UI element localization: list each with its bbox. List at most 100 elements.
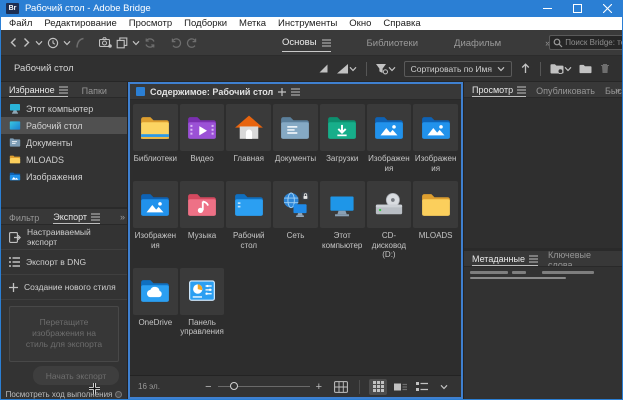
slider-thumb[interactable] (230, 382, 239, 390)
more-tabs-icon[interactable]: » (120, 212, 125, 222)
panel-menu-icon[interactable] (291, 87, 301, 96)
list-view-icon (416, 382, 428, 391)
delete-button[interactable] (597, 61, 612, 76)
content-item-label: Библиотеки (133, 154, 178, 163)
export-preset[interactable]: Создание нового стиля (1, 275, 127, 300)
redo-button[interactable] (186, 35, 198, 50)
content-item[interactable]: Главная (226, 104, 272, 173)
panel-tab[interactable]: Метаданные (472, 252, 539, 266)
close-button[interactable] (592, 0, 622, 17)
new-folder-button[interactable] (578, 61, 593, 76)
workspace-tab[interactable]: Библиотеки (367, 34, 418, 52)
content-item[interactable]: Этот компьютер (319, 181, 365, 260)
favorite-item[interactable]: Рабочий стол (1, 117, 127, 134)
panel-tab[interactable]: Просмотр (472, 83, 527, 97)
add-tab-icon[interactable] (278, 87, 287, 96)
content-item[interactable]: Рабочий стол (226, 181, 272, 260)
maximize-button[interactable] (562, 0, 592, 17)
menu-item[interactable]: Метка (233, 18, 272, 29)
panel-tab[interactable]: Фильтр (9, 211, 39, 223)
menu-item[interactable]: Файл (3, 18, 38, 29)
slider-track[interactable] (217, 382, 310, 390)
view-progress-link[interactable]: Посмотреть ход выполнения (1, 390, 127, 399)
get-photos-button[interactable] (99, 35, 112, 50)
search-box[interactable] (549, 35, 622, 50)
content-item[interactable]: Видео (179, 104, 225, 173)
filter-dropdown[interactable] (374, 61, 398, 76)
sync-button[interactable] (144, 35, 156, 50)
zoom-out-button[interactable]: − (205, 381, 211, 393)
nav-dropdown-button[interactable] (35, 35, 43, 50)
thumbnail-quality-button[interactable] (316, 61, 331, 76)
panel-tab[interactable]: Папки (82, 84, 107, 96)
content-item[interactable]: Загрузки (319, 104, 365, 173)
sort-dropdown[interactable]: Сортировать по Имя (403, 60, 512, 77)
search-input[interactable] (565, 38, 622, 47)
export-dropzone[interactable]: Перетащите изображения на стиль для эксп… (9, 306, 119, 362)
minimize-button[interactable] (532, 0, 562, 17)
zoom-in-button[interactable]: + (316, 381, 322, 393)
export-panel: Настраиваемый экспорт Экспорт в DNG Созд… (1, 225, 127, 399)
grid-lock-button[interactable] (332, 379, 350, 395)
content-item[interactable]: Музыка (179, 181, 225, 260)
favorite-label: Изображения (26, 171, 83, 182)
documents-sm-icon (9, 137, 21, 148)
content-item[interactable]: OneDrive (133, 267, 178, 337)
content-item[interactable]: Изображения (366, 104, 412, 173)
menu-bar: Файл Редактирование Просмотр Подборки Метка И… (1, 17, 622, 30)
view-options-dropdown[interactable] (435, 379, 453, 395)
undo-button[interactable] (170, 35, 182, 50)
panel-tab[interactable]: Быстр (605, 84, 622, 96)
start-export-button[interactable]: Начать экспорт (33, 366, 119, 385)
main-toolbar: Основы Библиотеки Диафильм » (1, 30, 622, 56)
thumbnail-quality-dropdown[interactable] (335, 61, 359, 76)
breadcrumb[interactable]: Рабочий стол (9, 63, 74, 74)
content-item-label: Музыка (187, 231, 217, 240)
copy-stack-button[interactable] (116, 35, 128, 50)
content-item[interactable]: Изображения (133, 181, 178, 260)
favorite-item[interactable]: Документы (1, 134, 127, 151)
panel-tab[interactable]: Опубликовать (536, 84, 595, 96)
open-recent-dropdown[interactable] (548, 61, 574, 76)
sort-ascending-button[interactable] (518, 61, 533, 76)
recent-dropdown[interactable] (63, 35, 71, 50)
close-icon (602, 4, 612, 13)
content-item-label: Загрузки (326, 154, 359, 163)
content-item[interactable]: Документы (273, 104, 318, 173)
content-item[interactable]: Сеть (273, 181, 318, 260)
list-view-button[interactable] (413, 379, 431, 395)
detail-view-button[interactable] (391, 379, 409, 395)
menu-item[interactable]: Редактирование (38, 18, 122, 29)
content-item[interactable]: CD-дисковод (D:) (366, 181, 412, 260)
workspace-tab[interactable]: Основы (282, 33, 331, 52)
more-tabs-icon[interactable]: » (615, 85, 620, 95)
content-item[interactable]: Библиотеки (133, 104, 178, 173)
content-item[interactable]: Изображения (413, 104, 458, 173)
recent-files-button[interactable] (47, 35, 59, 50)
content-grid: Библиотеки Видео Главная Документы Загру… (130, 100, 461, 375)
panel-tab[interactable]: Избранное (9, 83, 68, 97)
favorite-item[interactable]: Изображения (1, 168, 127, 185)
export-preset[interactable]: Экспорт в DNG (1, 250, 127, 275)
favorite-item[interactable]: Этот компьютер (1, 100, 127, 117)
panel-tab[interactable]: Экспорт (53, 210, 101, 224)
menu-item[interactable]: Окно (343, 18, 377, 29)
menu-item[interactable]: Инструменты (272, 18, 343, 29)
menu-item[interactable]: Просмотр (123, 18, 178, 29)
favorite-item[interactable]: MLOADS (1, 151, 127, 168)
menu-item[interactable]: Подборки (178, 18, 233, 29)
yellow-folder-icon (419, 188, 453, 222)
boomerang-button[interactable] (75, 35, 85, 50)
content-item[interactable]: MLOADS (413, 181, 458, 260)
workspace-tab[interactable]: Диафильм (454, 34, 501, 52)
export-preset[interactable]: Настраиваемый экспорт (1, 225, 127, 250)
copy-dropdown[interactable] (132, 35, 140, 50)
favorites-tabs: Избранное Папки (1, 82, 127, 98)
breadcrumb-label: Рабочий стол (14, 63, 74, 74)
panel-tab[interactable]: Ключевые слова (548, 251, 608, 266)
back-button[interactable] (9, 35, 18, 50)
thumbnail-view-button[interactable] (369, 378, 387, 395)
forward-button[interactable] (22, 35, 31, 50)
content-item[interactable]: Панель управления (179, 267, 225, 337)
menu-item[interactable]: Справка (377, 18, 426, 29)
